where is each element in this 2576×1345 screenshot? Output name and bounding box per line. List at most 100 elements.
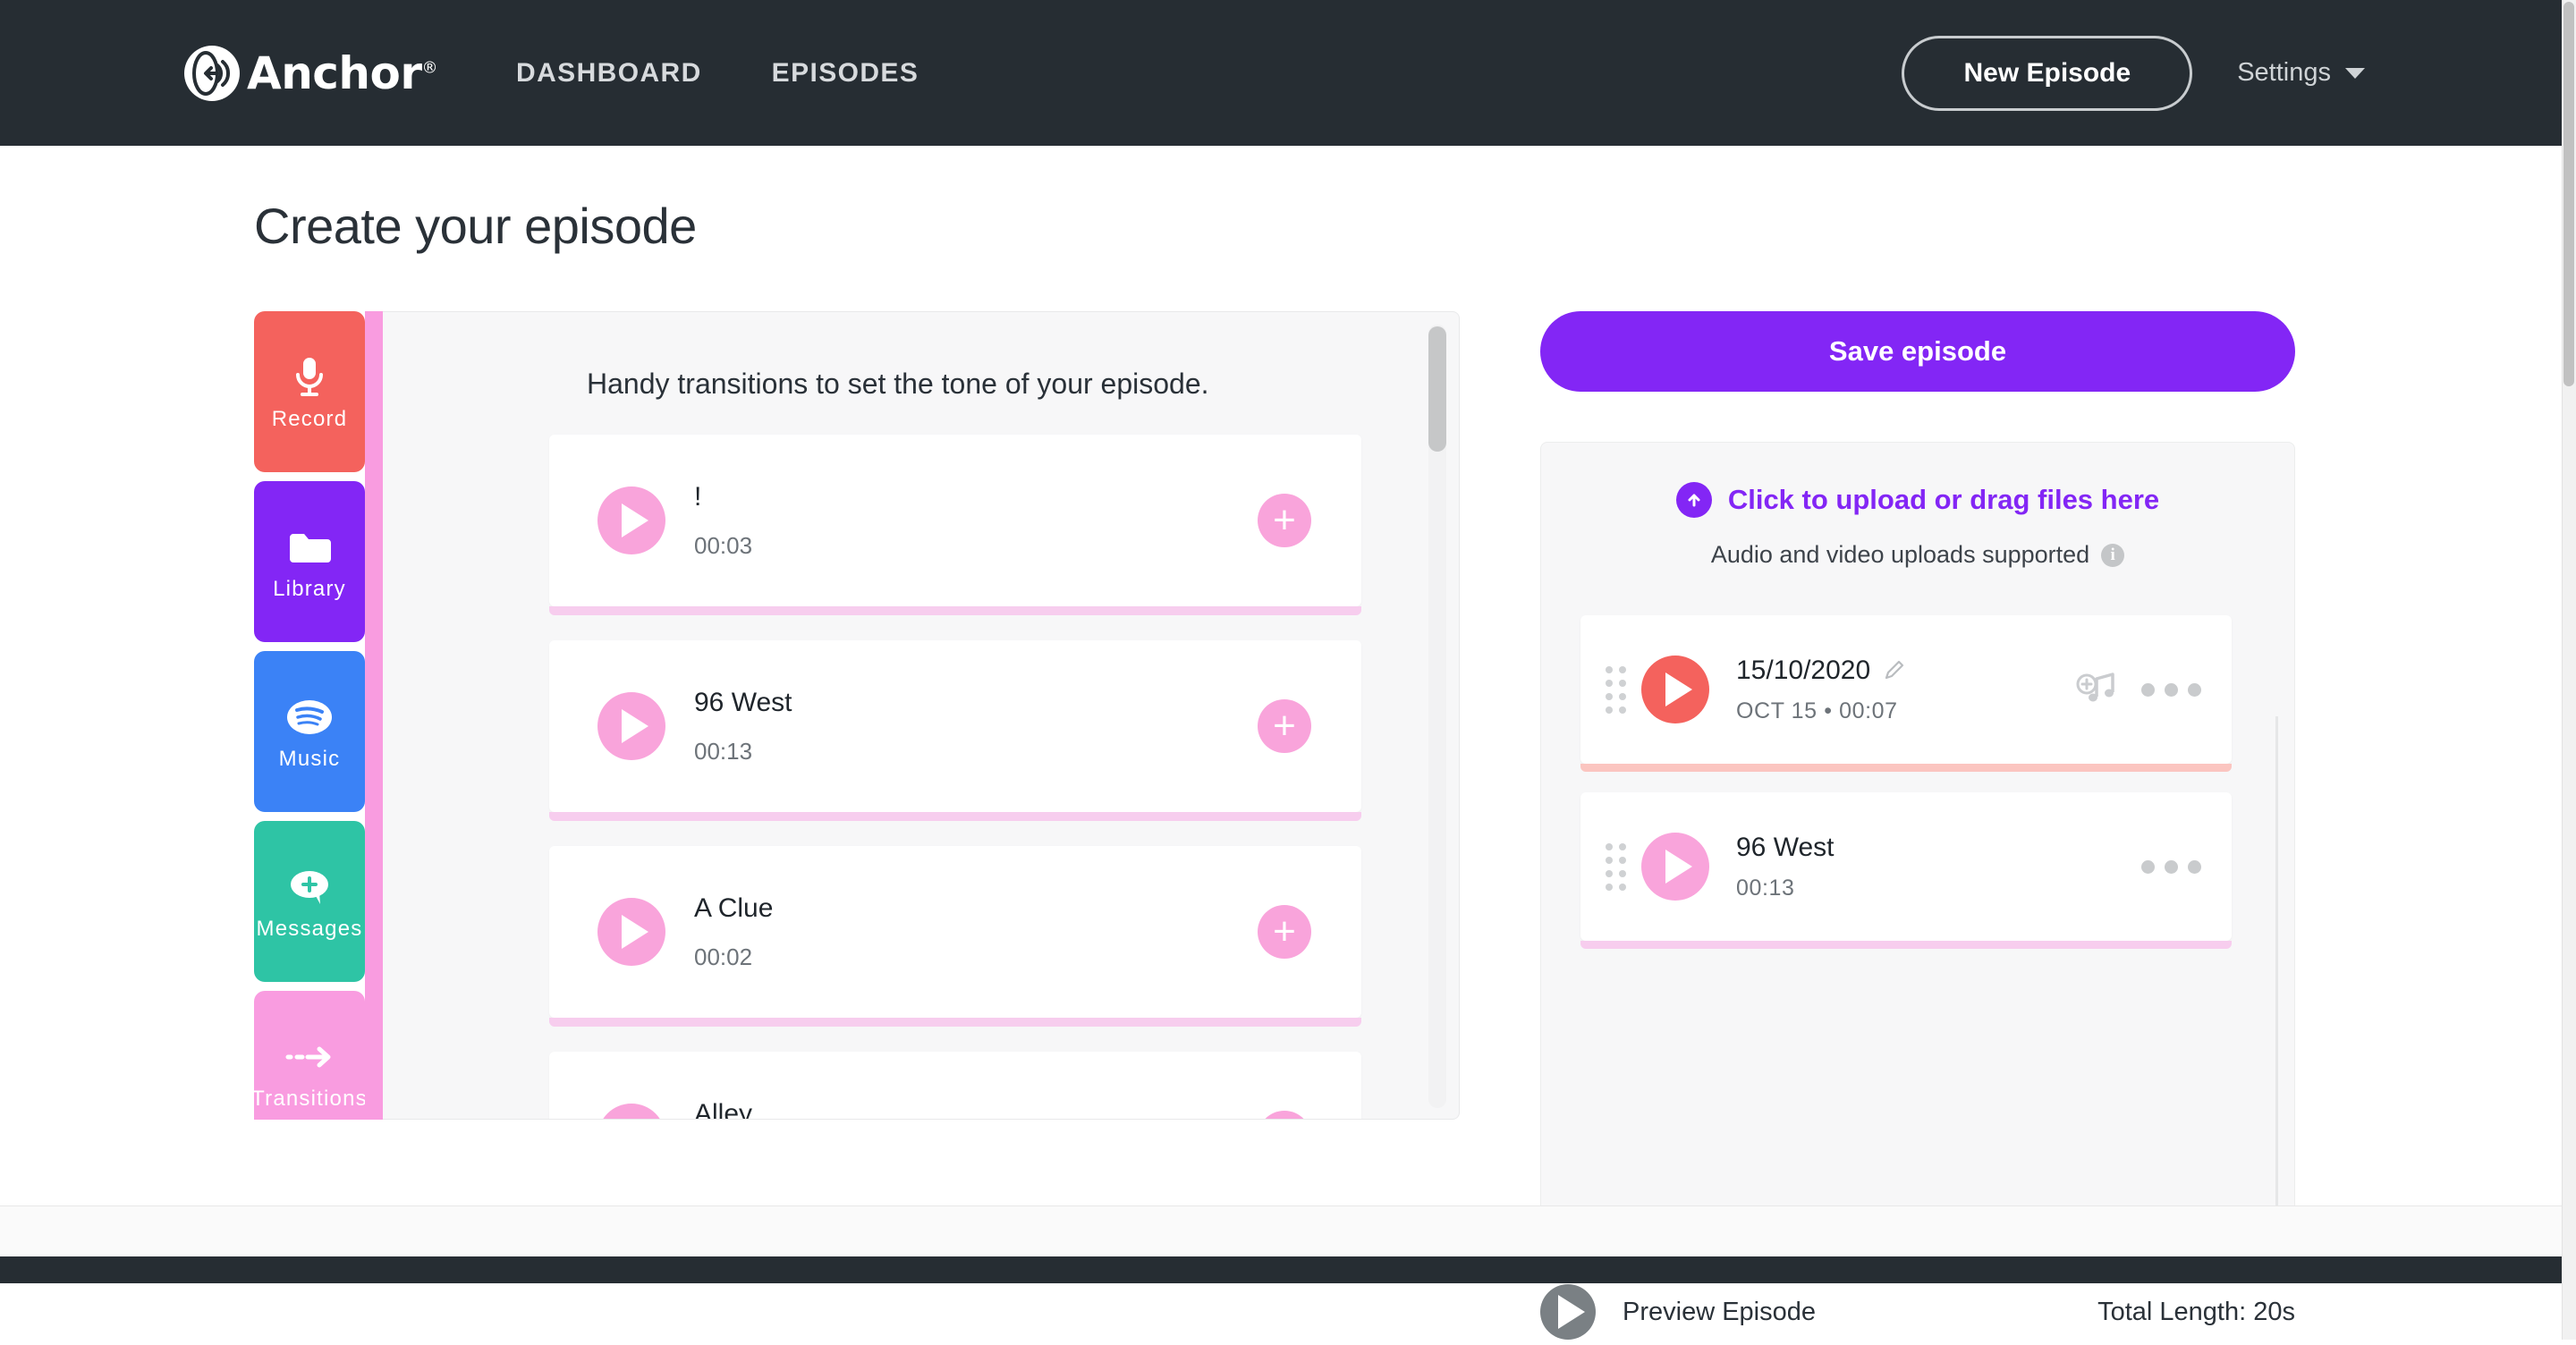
episode-footer: Preview Episode Total Length: 20s <box>1540 1279 2295 1345</box>
spotify-icon <box>286 691 333 743</box>
track-meta: A Clue 00:02 <box>694 893 773 971</box>
track-duration: 00:03 <box>694 531 753 559</box>
page-footer-bar <box>0 1256 2562 1283</box>
track-meta: 96 West 00:13 <box>694 688 792 766</box>
episode-segment-row[interactable]: 15/10/2020 OCT 15 • 00:07 <box>1580 615 2232 772</box>
new-episode-button[interactable]: New Episode <box>1902 35 2193 111</box>
play-icon[interactable] <box>597 898 665 966</box>
drag-handle-icon[interactable] <box>1606 842 1626 891</box>
upload-files-link[interactable]: Click to upload or drag files here <box>1675 482 2160 518</box>
page-body: Create your episode Record Library Music… <box>0 146 2562 1340</box>
tool-tab-label: Messages <box>256 917 363 941</box>
tool-tab-label: Record <box>271 407 348 431</box>
page-footer-strip <box>0 1205 2562 1256</box>
edit-pencil-icon[interactable] <box>1883 659 1906 682</box>
save-episode-button[interactable]: Save episode <box>1540 311 2295 392</box>
tool-tab-label: Library <box>273 577 346 601</box>
episode-segment-title-row: 96 West <box>1736 833 1835 863</box>
registered-mark: ® <box>421 57 438 77</box>
track-duration: 00:13 <box>694 737 753 765</box>
episode-segment-subtitle: 00:13 <box>1736 875 1795 901</box>
preview-play-icon[interactable] <box>1540 1284 1596 1340</box>
more-options-icon[interactable] <box>2141 859 2201 874</box>
transitions-track-list: ! 00:03 + 96 West 00:13 + A Clue 00:02 +… <box>549 435 1361 1120</box>
header-actions: New Episode Settings <box>1902 35 2365 111</box>
active-tab-accent-bar <box>365 311 383 1120</box>
tool-rail: Record Library Music Messages Transition… <box>254 311 365 1120</box>
top-navigation-bar: Anchor® DASHBOARD EPISODES New Episode S… <box>0 0 2562 146</box>
window-scrollbar-thumb[interactable] <box>2563 2 2574 386</box>
track-title: Alley <box>694 1098 753 1120</box>
tool-tab-label: Music <box>278 747 341 771</box>
transition-track-row[interactable]: Alley 00:10 + <box>549 1052 1361 1120</box>
tool-tab-library[interactable]: Library <box>254 481 365 642</box>
preview-episode-button[interactable]: Preview Episode <box>1623 1298 1816 1327</box>
page-title: Create your episode <box>254 198 697 254</box>
tool-tab-label: Transitions <box>254 1087 365 1111</box>
main-nav: DASHBOARD EPISODES <box>516 58 919 89</box>
nav-item-episodes[interactable]: EPISODES <box>772 58 919 89</box>
episode-segment-title-row: 15/10/2020 <box>1736 656 1906 686</box>
episode-segment-actions <box>2075 668 2201 712</box>
tool-tab-music[interactable]: Music <box>254 651 365 812</box>
transition-track-row[interactable]: 96 West 00:13 + <box>549 640 1361 821</box>
upload-arrow-icon <box>1675 482 1712 518</box>
episode-dropzone-panel[interactable]: Click to upload or drag files here Audio… <box>1540 442 2295 1245</box>
transitions-hint: Handy transitions to set the tone of you… <box>587 368 1209 400</box>
transitions-scrollbar-thumb[interactable] <box>1428 326 1446 452</box>
play-icon[interactable] <box>1641 833 1709 901</box>
play-icon[interactable] <box>1641 656 1709 723</box>
nav-item-dashboard[interactable]: DASHBOARD <box>516 58 702 89</box>
episode-segment-list: 15/10/2020 OCT 15 • 00:07 96 West 00:13 <box>1580 615 2232 949</box>
episode-segment-subtitle: OCT 15 • 00:07 <box>1736 698 1898 723</box>
episode-segment-meta: 96 West 00:13 <box>1736 833 1835 901</box>
transition-track-row[interactable]: ! 00:03 + <box>549 435 1361 615</box>
tool-tab-messages[interactable]: Messages <box>254 821 365 982</box>
microphone-icon <box>292 351 327 403</box>
add-track-button[interactable]: + <box>1258 494 1311 547</box>
arrow-right-icon <box>284 1031 335 1083</box>
transitions-panel: Handy transitions to set the tone of you… <box>383 311 1460 1120</box>
episode-list-scrollbar-track[interactable] <box>2275 716 2278 1244</box>
upload-support-note: Audio and video uploads supported i <box>1541 541 2294 569</box>
episode-builder-right: Save episode Click to upload or drag fil… <box>1540 311 2295 1345</box>
message-plus-icon <box>288 861 331 913</box>
add-track-button[interactable]: + <box>1258 699 1311 753</box>
track-meta: Alley 00:10 <box>694 1098 753 1120</box>
episode-segment-title: 15/10/2020 <box>1736 655 1871 685</box>
episode-segment-row[interactable]: 96 West 00:13 <box>1580 792 2232 949</box>
play-icon[interactable] <box>597 486 665 554</box>
drag-handle-icon[interactable] <box>1606 665 1626 714</box>
add-track-button[interactable]: + <box>1258 905 1311 959</box>
window-scrollbar-track[interactable] <box>2562 0 2576 1340</box>
episode-segment-meta: 15/10/2020 OCT 15 • 00:07 <box>1736 656 1906 724</box>
upload-cta-label: Click to upload or drag files here <box>1727 484 2160 515</box>
more-options-icon[interactable] <box>2141 682 2201 697</box>
anchor-logo[interactable]: Anchor® <box>184 45 438 101</box>
dropzone-header: Click to upload or drag files here Audio… <box>1541 443 2294 569</box>
settings-menu[interactable]: Settings <box>2237 58 2365 88</box>
episode-builder-left: Record Library Music Messages Transition… <box>254 311 1460 1120</box>
track-meta: ! 00:03 <box>694 482 752 560</box>
anchor-mark-icon <box>184 45 240 101</box>
add-track-button[interactable]: + <box>1258 1111 1311 1119</box>
total-length-label: Total Length: 20s <box>2097 1297 2295 1326</box>
chevron-down-icon <box>2345 67 2365 79</box>
tool-tab-transitions[interactable]: Transitions <box>254 991 365 1120</box>
track-title: A Clue <box>694 892 774 923</box>
episode-segment-actions <box>2141 859 2201 874</box>
add-music-icon[interactable] <box>2075 668 2131 712</box>
track-duration: 00:02 <box>694 943 753 970</box>
episode-segment-title: 96 West <box>1736 832 1835 862</box>
settings-label: Settings <box>2237 58 2331 87</box>
play-icon[interactable] <box>597 1104 665 1119</box>
upload-support-label: Audio and video uploads supported <box>1710 541 2090 568</box>
tool-tab-record[interactable]: Record <box>254 311 365 472</box>
track-title: 96 West <box>694 687 792 717</box>
info-icon[interactable]: i <box>2101 543 2125 567</box>
transition-track-row[interactable]: A Clue 00:02 + <box>549 846 1361 1027</box>
folder-icon <box>288 521 331 573</box>
play-icon[interactable] <box>597 692 665 760</box>
brand-wordmark: Anchor® <box>247 47 438 99</box>
track-title: ! <box>694 481 702 512</box>
